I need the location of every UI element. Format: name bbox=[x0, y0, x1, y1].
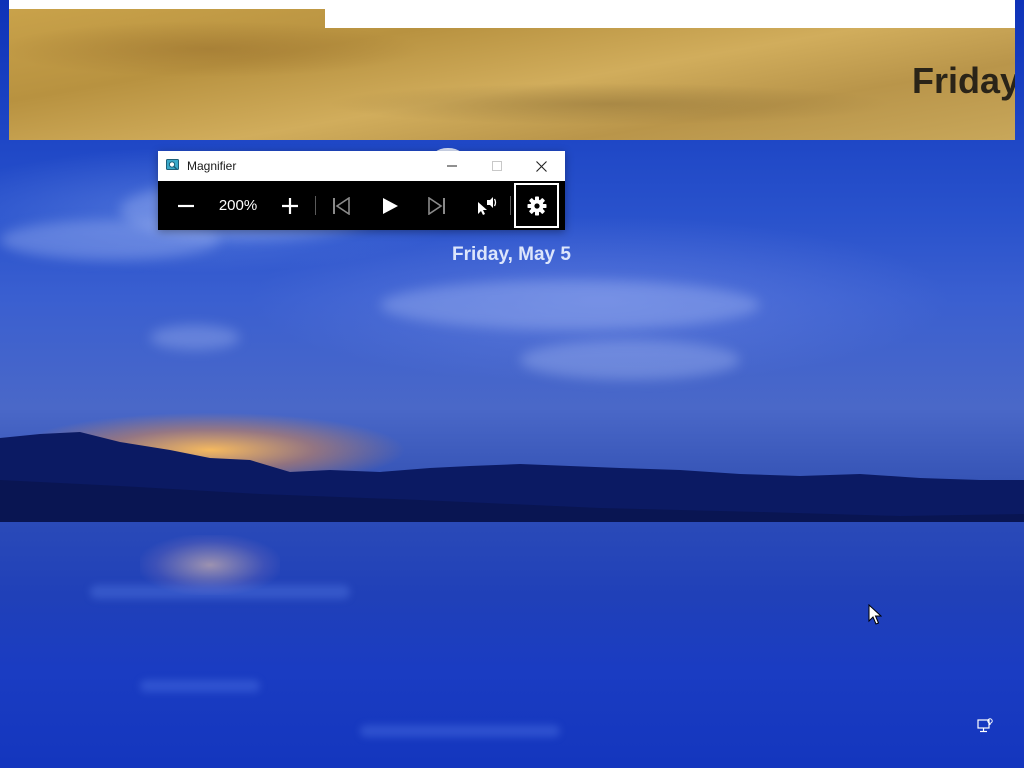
plus-icon bbox=[282, 197, 298, 214]
magnifier-window: Magnifier 200% bbox=[158, 151, 565, 230]
water-streak bbox=[140, 680, 260, 692]
read-from-here-icon bbox=[478, 196, 497, 215]
zoom-level: 200% bbox=[218, 197, 258, 214]
minus-icon bbox=[178, 204, 194, 207]
cloud bbox=[150, 325, 240, 350]
zoom-out-button[interactable] bbox=[168, 181, 204, 230]
next-sentence-button[interactable] bbox=[419, 181, 455, 230]
water-streak bbox=[90, 585, 350, 599]
play-button[interactable] bbox=[372, 181, 408, 230]
magnified-text-container: Friday bbox=[9, 9, 1015, 140]
cloud bbox=[380, 280, 760, 330]
read-from-here-button[interactable] bbox=[468, 181, 504, 230]
zoom-in-button[interactable] bbox=[272, 181, 308, 230]
play-icon bbox=[383, 197, 398, 214]
toolbar-separator bbox=[510, 196, 511, 215]
window-title: Magnifier bbox=[187, 159, 237, 173]
settings-button[interactable] bbox=[514, 183, 559, 228]
maximize-button bbox=[474, 151, 519, 181]
skip-next-icon bbox=[428, 196, 445, 215]
cloud bbox=[520, 340, 740, 380]
magnified-text: Friday bbox=[912, 60, 1015, 101]
minimize-button[interactable] bbox=[429, 151, 474, 181]
mouse-cursor-icon bbox=[868, 604, 882, 625]
close-button[interactable] bbox=[519, 151, 564, 181]
magnifier-app-icon bbox=[166, 158, 182, 173]
minimize-icon bbox=[446, 165, 457, 167]
toolbar-separator bbox=[315, 196, 316, 215]
gear-icon bbox=[527, 196, 546, 215]
network-icon[interactable] bbox=[977, 718, 993, 734]
magnifier-toolbar: 200% bbox=[158, 181, 565, 230]
previous-sentence-button[interactable] bbox=[323, 181, 359, 230]
maximize-icon bbox=[491, 161, 502, 171]
close-icon bbox=[536, 160, 547, 172]
magnified-top-bar bbox=[9, 0, 1015, 9]
water-streak bbox=[360, 725, 560, 737]
magnifier-titlebar[interactable]: Magnifier bbox=[158, 151, 565, 181]
lock-screen-date: Friday, May 5 bbox=[452, 244, 571, 265]
skip-previous-icon bbox=[333, 196, 350, 215]
